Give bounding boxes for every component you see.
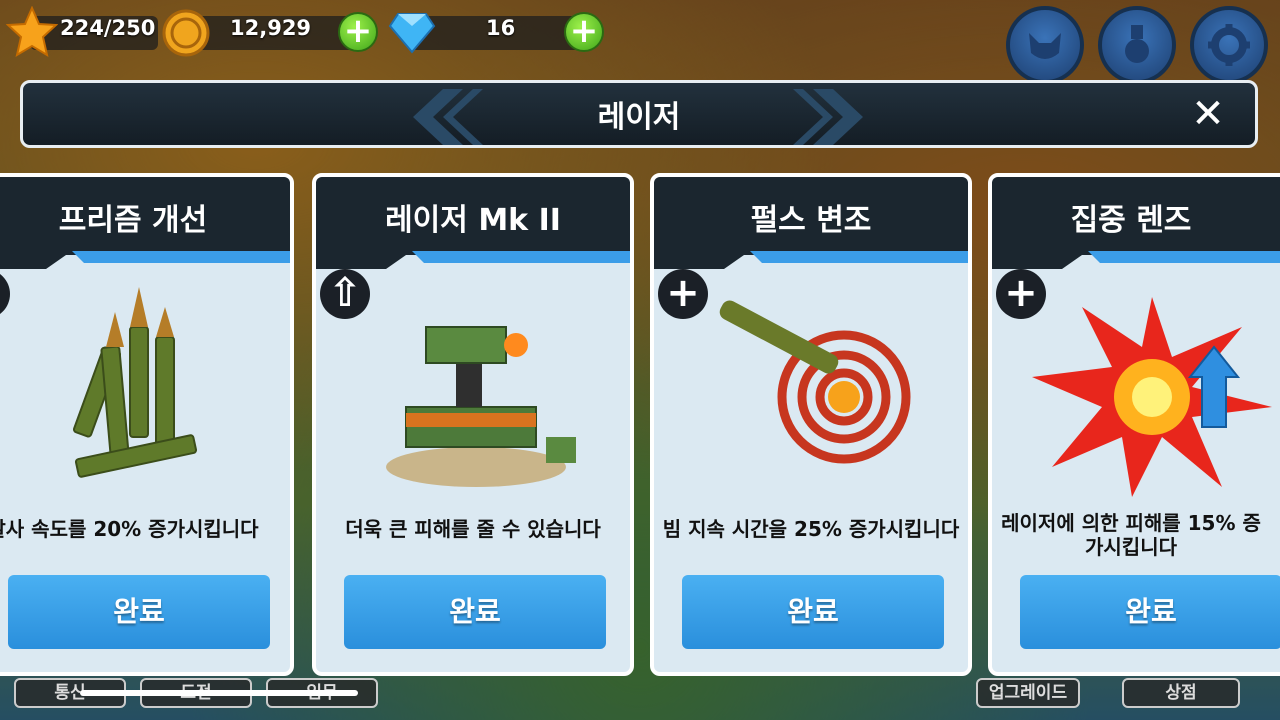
upgrade-card-lens: 집중 렌즈 + 레이저에 의한 피해를 15% 증가시킵니다 완료 <box>988 173 1280 676</box>
laser-turret-icon <box>386 326 576 487</box>
explosion-icon <box>1032 297 1272 497</box>
page-title: 레이저 <box>597 100 681 135</box>
complete-button[interactable]: 완료 <box>344 575 606 649</box>
monster-icon <box>1029 33 1061 59</box>
shop-button[interactable]: 상점 <box>1122 678 1240 708</box>
upgrade-button[interactable]: 업그레이드 <box>976 678 1080 708</box>
gear-icon <box>1208 24 1250 66</box>
star-icon <box>6 6 58 58</box>
complete-button[interactable]: 완료 <box>1020 575 1280 649</box>
close-button[interactable]: ✕ <box>1187 93 1229 135</box>
upgrade-card-prism: 프리즘 개선 + 발사 속도를 20% 증가시킵니다 완료 <box>0 173 294 676</box>
chevron-right-icon <box>793 89 863 145</box>
coin-icon <box>162 9 210 57</box>
card-description: 발사 속도를 20% 증가시킵니다 <box>0 517 259 541</box>
settings-button[interactable] <box>1190 6 1268 84</box>
add-gems-button[interactable]: + <box>564 12 604 52</box>
complete-button[interactable]: 완료 <box>8 575 270 649</box>
target-icon <box>719 300 911 464</box>
gems-count: 16 <box>486 16 516 40</box>
card-description: 빔 지속 시간을 25% 증가시킵니다 <box>662 517 960 541</box>
upgrade-card-laser-mk2: 레이저 Mk II ⇧ 더욱 큰 피해를 줄 수 있습니다 완료 <box>312 173 634 676</box>
coins-count: 12,929 <box>230 16 312 40</box>
stars-count: 224/250 <box>60 16 156 40</box>
card-title: 펄스 변조 <box>750 203 872 238</box>
title-bar: 레이저 ✕ <box>20 80 1258 148</box>
chevron-left-icon <box>413 89 483 145</box>
medal-icon <box>1125 25 1149 63</box>
add-coins-button[interactable]: + <box>338 12 378 52</box>
card-title: 프리즘 개선 <box>58 203 208 238</box>
card-description: 더욱 큰 피해를 줄 수 있습니다 <box>345 517 601 541</box>
upgrade-card-pulse: 펄스 변조 + 빔 지속 시간을 25% 증가시킵니다 완료 <box>650 173 972 676</box>
medal-button[interactable] <box>1098 6 1176 84</box>
card-description: 레이저에 의한 피해를 15% 증가시킵니다 <box>1001 511 1261 559</box>
card-title: 레이저 Mk II <box>385 203 561 238</box>
scrollbar[interactable] <box>80 690 358 696</box>
monster-button[interactable] <box>1006 6 1084 84</box>
gem-icon <box>388 13 436 54</box>
bullets-icon <box>72 287 198 478</box>
complete-button[interactable]: 완료 <box>682 575 944 649</box>
card-title: 집중 렌즈 <box>1070 203 1192 238</box>
